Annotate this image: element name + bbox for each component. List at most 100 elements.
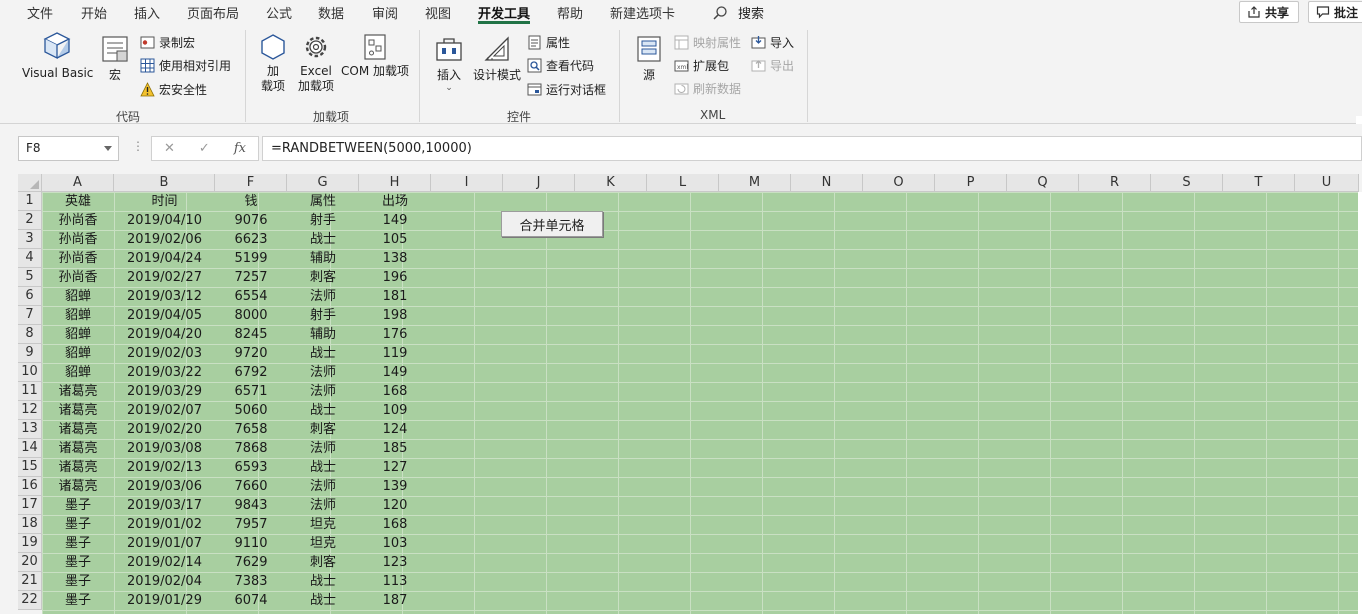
table-cell[interactable]: 5060 bbox=[215, 401, 287, 420]
expansion-packs-button[interactable]: xml 扩展包 bbox=[674, 57, 729, 74]
table-cell[interactable]: 貂蝉 bbox=[42, 287, 114, 306]
table-cell[interactable]: 6074 bbox=[215, 591, 287, 610]
tab-developer[interactable]: 开发工具 bbox=[478, 3, 530, 22]
row-header[interactable]: 6 bbox=[18, 287, 42, 306]
table-cell[interactable]: 法师 bbox=[287, 477, 359, 496]
table-cell[interactable]: 2019/01/07 bbox=[114, 534, 215, 553]
map-properties-button[interactable]: 映射属性 bbox=[674, 34, 741, 51]
column-header[interactable]: I bbox=[431, 174, 503, 192]
column-header[interactable]: O bbox=[863, 174, 935, 192]
table-cell[interactable]: 法师 bbox=[287, 382, 359, 401]
row-header[interactable]: 14 bbox=[18, 439, 42, 458]
enter-formula-icon[interactable]: ✓ bbox=[199, 141, 210, 156]
formula-input[interactable]: =RANDBETWEEN(5000,10000) bbox=[262, 136, 1362, 161]
table-cell[interactable]: 9110 bbox=[215, 534, 287, 553]
column-header[interactable]: H bbox=[359, 174, 431, 192]
select-all-button[interactable] bbox=[18, 174, 42, 192]
row-header[interactable]: 5 bbox=[18, 268, 42, 287]
table-cell[interactable]: 战士 bbox=[287, 572, 359, 591]
column-header[interactable]: A bbox=[42, 174, 114, 192]
table-cell[interactable]: 诸葛亮 bbox=[42, 401, 114, 420]
tab-new-tab[interactable]: 新建选项卡 bbox=[610, 3, 675, 22]
table-cell[interactable]: 7383 bbox=[215, 572, 287, 591]
table-cell[interactable]: 2019/01/29 bbox=[114, 591, 215, 610]
row-header[interactable]: 3 bbox=[18, 230, 42, 249]
table-cell[interactable]: 7629 bbox=[215, 553, 287, 572]
table-cell[interactable]: 105 bbox=[359, 230, 431, 249]
table-cell[interactable]: 孙尚香 bbox=[42, 211, 114, 230]
table-cell[interactable]: 6593 bbox=[215, 458, 287, 477]
table-cell[interactable]: 刺客 bbox=[287, 420, 359, 439]
table-cell[interactable]: 孙尚香 bbox=[42, 230, 114, 249]
table-cell[interactable]: 坦克 bbox=[287, 534, 359, 553]
row-header[interactable]: 16 bbox=[18, 477, 42, 496]
table-cell[interactable]: 2019/04/24 bbox=[114, 249, 215, 268]
column-header[interactable]: K bbox=[575, 174, 647, 192]
column-header[interactable]: N bbox=[791, 174, 863, 192]
formula-bar-splitter[interactable]: ⋮ bbox=[132, 139, 144, 153]
table-cell[interactable]: 孙尚香 bbox=[42, 268, 114, 287]
table-cell[interactable]: 战士 bbox=[287, 230, 359, 249]
column-header[interactable]: F bbox=[215, 174, 287, 192]
table-cell[interactable]: 刺客 bbox=[287, 268, 359, 287]
table-cell[interactable]: 辅助 bbox=[287, 325, 359, 344]
table-cell[interactable]: 198 bbox=[359, 306, 431, 325]
table-cell[interactable]: 貂蝉 bbox=[42, 363, 114, 382]
table-cell[interactable]: 119 bbox=[359, 344, 431, 363]
row-header[interactable]: 18 bbox=[18, 515, 42, 534]
table-cell[interactable]: 战士 bbox=[287, 458, 359, 477]
column-header[interactable]: T bbox=[1223, 174, 1295, 192]
table-cell[interactable]: 墨子 bbox=[42, 534, 114, 553]
column-header[interactable]: U bbox=[1295, 174, 1359, 192]
row-header[interactable]: 21 bbox=[18, 572, 42, 591]
addins-button[interactable]: 加 载项 bbox=[256, 32, 290, 94]
table-cell[interactable]: 2019/03/29 bbox=[114, 382, 215, 401]
table-cell[interactable]: 2019/03/12 bbox=[114, 287, 215, 306]
row-header[interactable]: 1 bbox=[18, 192, 42, 211]
table-cell[interactable]: 6571 bbox=[215, 382, 287, 401]
row-header[interactable]: 10 bbox=[18, 363, 42, 382]
table-cell[interactable]: 6623 bbox=[215, 230, 287, 249]
table-cell[interactable]: 9076 bbox=[215, 211, 287, 230]
table-cell[interactable]: 7257 bbox=[215, 268, 287, 287]
tab-insert[interactable]: 插入 bbox=[134, 3, 160, 22]
table-cell[interactable]: 149 bbox=[359, 211, 431, 230]
header-cell[interactable]: 属性 bbox=[287, 192, 359, 211]
table-cell[interactable]: 2019/02/07 bbox=[114, 401, 215, 420]
row-header[interactable]: 17 bbox=[18, 496, 42, 515]
table-cell[interactable]: 2019/03/06 bbox=[114, 477, 215, 496]
table-cell[interactable]: 7658 bbox=[215, 420, 287, 439]
visual-basic-button[interactable]: Visual Basic bbox=[22, 30, 92, 81]
search-box[interactable]: 搜索 bbox=[712, 3, 764, 22]
insert-control-button[interactable]: 插入 ⌄ bbox=[432, 34, 466, 93]
column-header[interactable]: Q bbox=[1007, 174, 1079, 192]
row-header[interactable]: 20 bbox=[18, 553, 42, 572]
table-cell[interactable]: 176 bbox=[359, 325, 431, 344]
table-cell[interactable]: 墨子 bbox=[42, 515, 114, 534]
use-relative-references-button[interactable]: 使用相对引用 bbox=[140, 57, 231, 74]
table-cell[interactable]: 8000 bbox=[215, 306, 287, 325]
comments-button[interactable]: 批注 bbox=[1308, 1, 1362, 23]
table-cell[interactable]: 2019/02/27 bbox=[114, 268, 215, 287]
table-cell[interactable]: 124 bbox=[359, 420, 431, 439]
xml-export-button[interactable]: 导出 bbox=[751, 57, 794, 74]
tab-help[interactable]: 帮助 bbox=[557, 3, 583, 22]
table-cell[interactable]: 诸葛亮 bbox=[42, 420, 114, 439]
design-mode-button[interactable]: 设计模式 bbox=[471, 34, 523, 83]
table-cell[interactable]: 射手 bbox=[287, 211, 359, 230]
table-cell[interactable]: 2019/04/10 bbox=[114, 211, 215, 230]
table-cell[interactable]: 2019/02/03 bbox=[114, 344, 215, 363]
table-cell[interactable]: 6792 bbox=[215, 363, 287, 382]
macro-security-button[interactable]: 宏安全性 bbox=[140, 81, 207, 98]
table-cell[interactable]: 149 bbox=[359, 363, 431, 382]
table-cell[interactable]: 187 bbox=[359, 591, 431, 610]
tab-view[interactable]: 视图 bbox=[425, 3, 451, 22]
table-cell[interactable]: 墨子 bbox=[42, 553, 114, 572]
column-header[interactable]: R bbox=[1079, 174, 1151, 192]
table-cell[interactable]: 法师 bbox=[287, 287, 359, 306]
excel-addins-button[interactable]: Excel 加载项 bbox=[296, 32, 336, 94]
xml-source-button[interactable]: 源 bbox=[632, 34, 666, 83]
row-header[interactable]: 13 bbox=[18, 420, 42, 439]
table-cell[interactable]: 2019/02/14 bbox=[114, 553, 215, 572]
header-cell[interactable]: 时间 bbox=[114, 192, 215, 211]
